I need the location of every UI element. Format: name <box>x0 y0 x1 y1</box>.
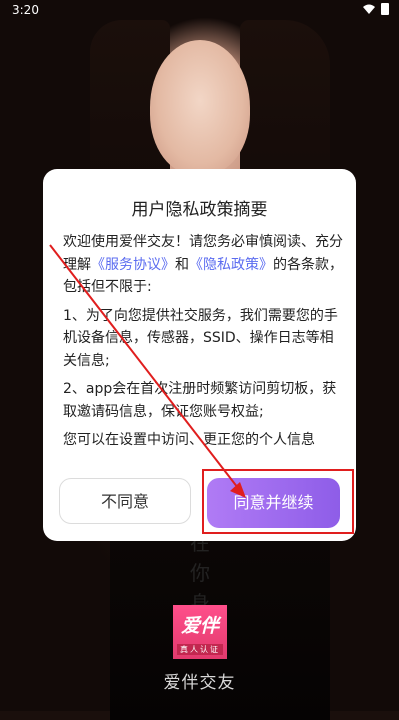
annotation-arrow <box>49 244 246 498</box>
